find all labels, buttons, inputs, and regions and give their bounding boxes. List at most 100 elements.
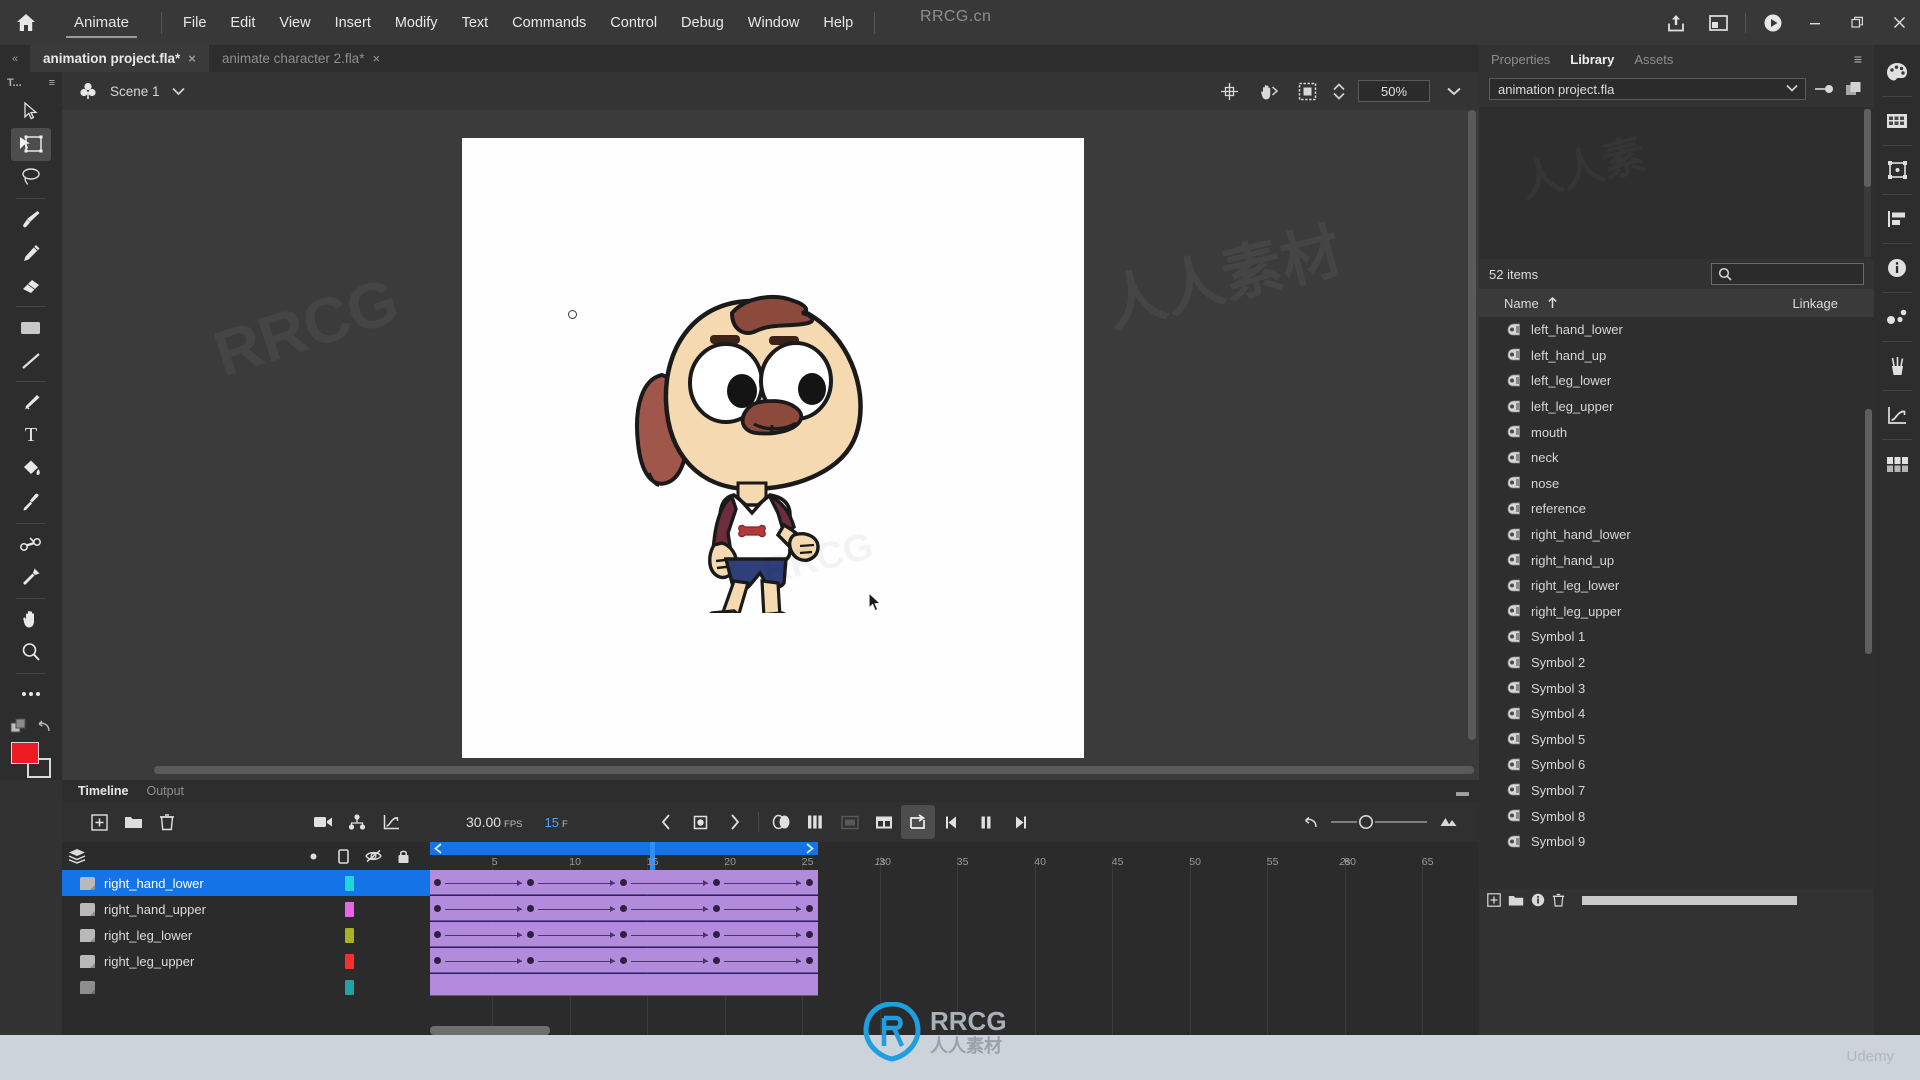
library-item-row[interactable]: left_hand_up <box>1479 343 1874 369</box>
bone-tool[interactable] <box>11 528 51 561</box>
restore-button[interactable] <box>1836 0 1878 45</box>
menu-commands[interactable]: Commands <box>501 11 597 35</box>
library-preview-pane[interactable]: 人人素 <box>1479 107 1874 259</box>
tools-panel-menu-icon[interactable]: ≡ <box>49 77 55 89</box>
menu-debug[interactable]: Debug <box>670 11 735 35</box>
library-item-row[interactable]: nose <box>1479 471 1874 497</box>
frame-size-slider[interactable] <box>1331 813 1427 831</box>
zoom-tool[interactable] <box>11 636 51 669</box>
eyedropper-tool[interactable] <box>11 486 51 519</box>
right-panel-menu-icon[interactable]: ≡ <box>1854 51 1862 67</box>
rectangle-tool[interactable] <box>11 311 51 344</box>
pause-button[interactable] <box>969 805 1003 839</box>
document-tab-close-icon-2[interactable]: × <box>372 51 380 66</box>
brush-library-button[interactable] <box>1877 345 1917 387</box>
timeline-ruler[interactable]: 5 10 15 20 25 30 35 40 45 50 55 60 65 1s 2s <box>430 842 1479 870</box>
brush-tool[interactable] <box>11 203 51 236</box>
library-preview-scrollbar[interactable] <box>1864 109 1871 257</box>
library-item-row[interactable]: right_leg_upper <box>1479 599 1874 625</box>
fps-value[interactable]: 30.00 <box>466 814 501 830</box>
library-search-field[interactable] <box>1711 263 1864 285</box>
menu-edit[interactable]: Edit <box>219 11 266 35</box>
minimize-button[interactable] <box>1794 0 1836 45</box>
info-panel-button[interactable] <box>1877 247 1917 289</box>
layer-lock-toggle[interactable] <box>388 842 418 870</box>
timeline-layer-row-partial[interactable] <box>62 974 430 1000</box>
pin-library-button[interactable] <box>1813 78 1835 100</box>
span-start-handle-icon[interactable] <box>433 843 444 854</box>
timeline-collapse-icon[interactable]: ▬ <box>1456 784 1479 799</box>
pen-tool[interactable] <box>11 386 51 419</box>
graph-panel-button[interactable] <box>1877 394 1917 436</box>
properties-info-icon[interactable] <box>1531 893 1545 907</box>
stage-vertical-scrollbar[interactable] <box>1468 110 1476 756</box>
library-item-row[interactable]: right_hand_up <box>1479 547 1874 573</box>
layer-highlight-toggle[interactable] <box>298 842 328 870</box>
next-keyframe-button[interactable] <box>718 805 752 839</box>
align-panel-button[interactable] <box>1877 198 1917 240</box>
width-tool[interactable] <box>11 561 51 594</box>
fps-control[interactable]: 30.00 FPS <box>466 814 523 830</box>
timeline-frame-span-bar[interactable] <box>430 842 818 855</box>
layer-name-label-2[interactable]: right_hand_upper <box>104 902 206 917</box>
menu-view[interactable]: View <box>268 11 321 35</box>
menu-control[interactable]: Control <box>599 11 668 35</box>
menu-help[interactable]: Help <box>812 11 864 35</box>
onion-skin-outlines-button[interactable] <box>799 805 833 839</box>
free-transform-tool[interactable] <box>11 127 51 161</box>
layer-stack-button[interactable] <box>62 842 92 870</box>
new-symbol-icon[interactable] <box>1487 893 1501 907</box>
timeline-layer-row-right-hand-upper[interactable]: right_hand_upper <box>62 896 430 922</box>
library-footer-scrollbar[interactable] <box>1582 895 1797 905</box>
new-folder-footer-icon[interactable] <box>1508 894 1524 907</box>
previous-keyframe-button[interactable] <box>650 805 684 839</box>
zoom-level-input[interactable]: 50% <box>1358 80 1430 102</box>
library-column-linkage[interactable]: Linkage <box>1792 296 1874 311</box>
color-swatches[interactable] <box>9 740 53 780</box>
scene-clover-icon[interactable] <box>78 81 98 101</box>
swap-colors-icon[interactable] <box>10 718 28 734</box>
document-tab-animation-project[interactable]: animation project.fla* × <box>30 45 209 72</box>
library-item-row[interactable]: Symbol 8 <box>1479 803 1874 829</box>
zoom-stepper[interactable] <box>1333 82 1345 100</box>
library-item-row[interactable]: Symbol 3 <box>1479 675 1874 701</box>
app-name-tab[interactable]: Animate <box>52 0 151 45</box>
library-item-row[interactable]: left_leg_upper <box>1479 394 1874 420</box>
transform-origin-dot[interactable] <box>568 310 577 319</box>
eraser-tool[interactable] <box>11 269 51 302</box>
frame-picker-button[interactable] <box>1877 443 1917 485</box>
reset-colors-icon[interactable] <box>36 718 52 734</box>
rotate-stage-button[interactable] <box>1255 78 1281 104</box>
library-item-row[interactable]: Symbol 1 <box>1479 624 1874 650</box>
slider-handle-icon[interactable] <box>1357 813 1375 831</box>
step-backward-button[interactable] <box>935 805 969 839</box>
timeline-layer-row-right-leg-upper[interactable]: right_leg_upper <box>62 948 430 974</box>
menu-file[interactable]: File <box>172 11 217 35</box>
library-item-row[interactable]: Symbol 6 <box>1479 752 1874 778</box>
span-end-handle-icon[interactable] <box>804 843 815 854</box>
current-frame-control[interactable]: 15 F <box>545 815 568 830</box>
delete-library-item-icon[interactable] <box>1552 893 1565 907</box>
stage-canvas[interactable]: RRCG <box>462 138 1084 758</box>
edit-multiple-frames-button[interactable] <box>833 805 867 839</box>
layer-visibility-toggle[interactable] <box>358 842 388 870</box>
insert-keyframe-button[interactable] <box>684 805 718 839</box>
hand-tool[interactable] <box>11 603 51 636</box>
classic-tween-span-partial[interactable] <box>430 974 818 996</box>
pencil-tool[interactable] <box>11 236 51 269</box>
library-item-row[interactable]: Symbol 2 <box>1479 650 1874 676</box>
timeline-layer-row-right-leg-lower[interactable]: right_leg_lower <box>62 922 430 948</box>
share-button[interactable] <box>1655 0 1697 45</box>
home-button[interactable] <box>0 0 52 45</box>
clip-content-button[interactable] <box>1294 78 1320 104</box>
layer-name-label[interactable]: right_hand_lower <box>104 876 204 891</box>
menu-modify[interactable]: Modify <box>384 11 449 35</box>
library-item-row[interactable]: Symbol 4 <box>1479 701 1874 727</box>
zoom-dropdown-button[interactable] <box>1443 80 1465 102</box>
color-panel-button[interactable] <box>1877 51 1917 93</box>
walking-dog-character[interactable] <box>604 283 894 613</box>
layer-parenting-button[interactable] <box>340 805 374 839</box>
new-layer-button[interactable] <box>82 805 116 839</box>
onion-skin-button[interactable] <box>765 805 799 839</box>
loop-playback-button[interactable] <box>900 805 935 839</box>
